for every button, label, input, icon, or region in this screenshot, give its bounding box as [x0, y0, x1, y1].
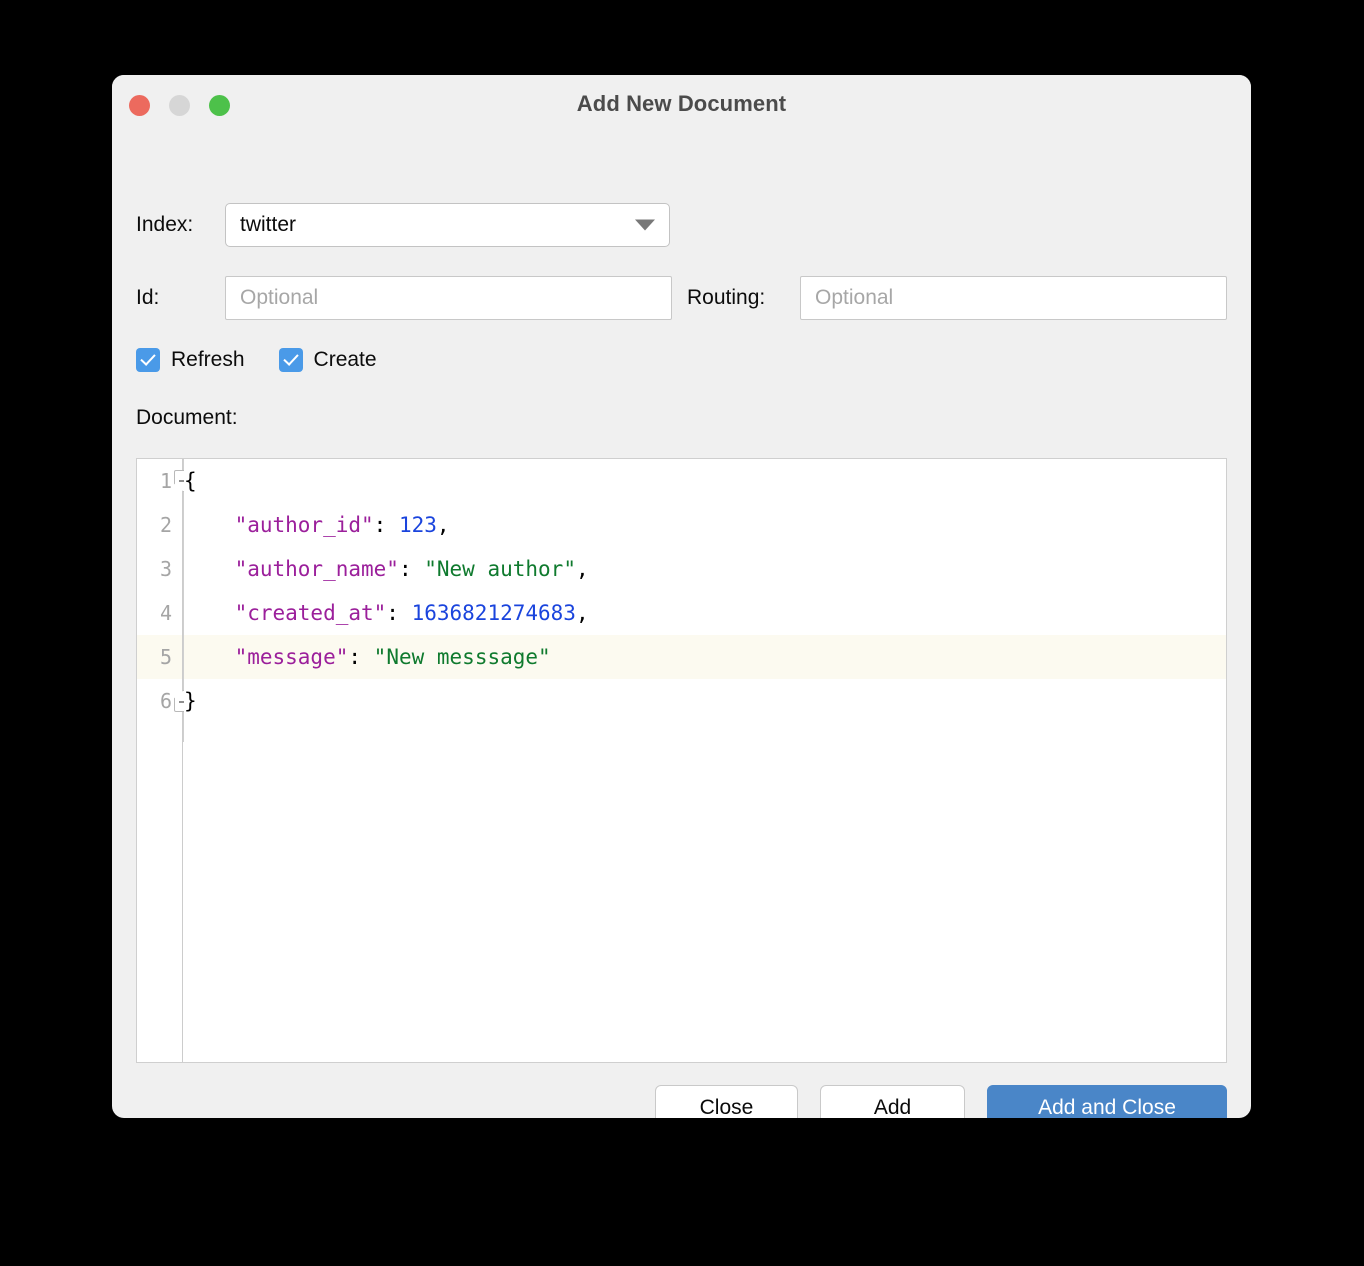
- code-line: "author_id": 123,: [184, 503, 1226, 547]
- routing-label: Routing:: [687, 286, 766, 309]
- create-checkbox-item[interactable]: Create: [278, 348, 377, 372]
- code-line-active: "message": "New messsage": [184, 635, 1226, 679]
- code-token-colon: :: [386, 601, 412, 625]
- id-row: Id: Optional: [136, 276, 672, 320]
- options-row: Refresh Create: [136, 348, 377, 372]
- code-token-string: "New author": [424, 557, 576, 581]
- refresh-checkbox-label: Refresh: [171, 348, 245, 371]
- index-dropdown[interactable]: twitter: [225, 203, 670, 247]
- code-token-number: 1636821274683: [411, 601, 576, 625]
- editor-gutter: 1 2 3 4 5 6: [137, 459, 183, 1062]
- routing-row: Routing: Optional: [687, 276, 1227, 320]
- index-row: Index: twitter: [136, 203, 670, 247]
- add-button[interactable]: Add: [820, 1085, 965, 1118]
- screen: Add New Document Index: twitter Id: Opti…: [0, 0, 1364, 1266]
- checkmark-icon[interactable]: [136, 348, 160, 372]
- index-selected-value: twitter: [240, 213, 297, 236]
- code-token-comma: ,: [436, 513, 450, 537]
- line-number: 5: [137, 635, 182, 679]
- line-number: 4: [159, 601, 172, 625]
- id-placeholder: Optional: [240, 286, 319, 309]
- close-button[interactable]: Close: [655, 1085, 798, 1118]
- create-checkbox-label: Create: [313, 348, 377, 371]
- code-token-brace: {: [184, 469, 197, 493]
- document-label: Document:: [136, 406, 238, 429]
- code-token-colon: :: [398, 557, 425, 581]
- line-number: 2: [159, 513, 172, 537]
- routing-input[interactable]: Optional: [800, 276, 1227, 320]
- code-line: "created_at": 1636821274683,: [184, 591, 1226, 635]
- code-token-key: "message": [234, 645, 349, 669]
- chevron-down-icon: [635, 219, 655, 231]
- line-number: 3: [159, 557, 172, 581]
- index-label: Index:: [136, 213, 194, 236]
- window-title: Add New Document: [576, 91, 787, 116]
- code-line: }: [184, 679, 1226, 723]
- code-token-comma: ,: [575, 601, 589, 625]
- code-line: "author_name": "New author",: [184, 547, 1226, 591]
- code-token-number: 123: [398, 513, 437, 537]
- code-token-brace: }: [184, 689, 197, 713]
- add-and-close-button[interactable]: Add and Close: [987, 1085, 1227, 1118]
- checkmark-icon[interactable]: [278, 348, 303, 372]
- dialog-footer: Close Add Add and Close: [112, 1085, 1227, 1118]
- id-label: Id:: [136, 286, 160, 309]
- refresh-checkbox-item[interactable]: Refresh: [136, 348, 245, 372]
- code-token-string: "New messsage": [373, 645, 551, 669]
- code-line: {: [184, 459, 1226, 503]
- code-token-comma: ,: [575, 557, 589, 581]
- editor-code-area[interactable]: { "author_id": 123, "author_name": "New …: [184, 459, 1226, 1062]
- id-input[interactable]: Optional: [225, 276, 672, 320]
- window-titlebar: Add New Document: [112, 75, 1251, 133]
- document-json-editor[interactable]: 1 2 3 4 5 6 { "author_id": 123, "author_…: [136, 458, 1227, 1063]
- code-token-key: "author_name": [234, 557, 399, 581]
- code-token-colon: :: [348, 645, 374, 669]
- add-new-document-dialog: Add New Document Index: twitter Id: Opti…: [112, 75, 1251, 1118]
- routing-placeholder: Optional: [815, 286, 894, 309]
- code-token-key: "created_at": [234, 601, 387, 625]
- code-token-colon: :: [373, 513, 399, 537]
- code-token-key: "author_id": [234, 513, 374, 537]
